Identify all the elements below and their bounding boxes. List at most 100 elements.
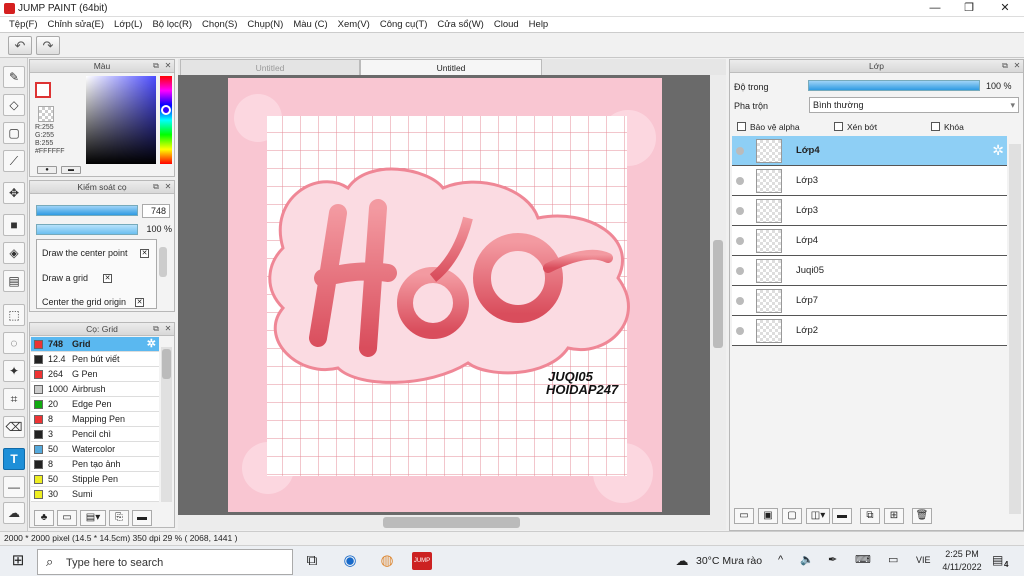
layer-visibility-toggle[interactable] bbox=[736, 297, 744, 305]
volume-icon[interactable]: 🔈 bbox=[800, 553, 814, 566]
undo-button[interactable]: ↶ bbox=[8, 36, 32, 55]
smudge-tool-icon[interactable]: ⟋ bbox=[3, 150, 25, 172]
undock-icon[interactable]: ⧉ bbox=[151, 324, 161, 334]
gear-icon[interactable]: ✲ bbox=[992, 142, 1004, 159]
layer-row[interactable]: Lớp3 bbox=[732, 196, 1007, 226]
cloud-tool-icon[interactable]: ☁ bbox=[3, 502, 25, 524]
layer-opacity-slider[interactable] bbox=[808, 80, 980, 91]
duplicate-layer-icon[interactable]: ⧉ bbox=[860, 508, 880, 524]
layer-visibility-toggle[interactable] bbox=[736, 327, 744, 335]
redo-button[interactable]: ↷ bbox=[36, 36, 60, 55]
chrome-browser-icon[interactable]: ◍ bbox=[377, 551, 397, 571]
draw-center-point-checkbox[interactable]: ✕ bbox=[140, 249, 149, 258]
move-tool-icon[interactable]: ✥ bbox=[3, 182, 25, 204]
minimize-button[interactable]: — bbox=[918, 0, 952, 17]
eraser-tool-icon[interactable]: ◇ bbox=[3, 94, 25, 116]
brush-item[interactable]: 20 Edge Pen bbox=[31, 397, 159, 412]
new-layer-icon[interactable]: ▭ bbox=[734, 508, 754, 524]
gear-icon[interactable]: ✲ bbox=[147, 337, 156, 351]
hue-slider[interactable] bbox=[160, 76, 172, 164]
network-icon[interactable]: ▭ bbox=[888, 553, 898, 566]
brush-list-scrollbar[interactable] bbox=[161, 347, 172, 502]
menu-tools[interactable]: Công cụ(T) bbox=[375, 17, 433, 32]
layer-list-scrollbar[interactable] bbox=[1009, 144, 1021, 514]
layer-row[interactable]: Lớp7 bbox=[732, 286, 1007, 316]
brush-item[interactable]: 1000 Airbrush bbox=[31, 382, 159, 397]
maximize-button[interactable]: ❐ bbox=[952, 0, 986, 17]
rect-select-tool-icon[interactable]: ⬚ bbox=[3, 304, 25, 326]
layer-visibility-toggle[interactable] bbox=[736, 177, 744, 185]
brush-options-scrollbar[interactable] bbox=[159, 247, 167, 277]
brush-folder-icon[interactable]: ▬ bbox=[132, 510, 152, 526]
task-view-icon[interactable]: ⧉ bbox=[302, 551, 322, 571]
clock-date[interactable]: 4/11/2022 bbox=[938, 562, 986, 572]
input-language[interactable]: VIE bbox=[916, 555, 931, 565]
menu-help[interactable]: Help bbox=[524, 17, 554, 32]
foreground-color-swatch[interactable] bbox=[35, 82, 51, 98]
keyboard-icon[interactable]: ⌨ bbox=[855, 553, 871, 566]
menu-window[interactable]: Cửa sổ(W) bbox=[432, 17, 488, 32]
pen-icon[interactable]: ✒ bbox=[828, 553, 837, 566]
brush-item[interactable]: 8 Pen tạo ảnh bbox=[31, 457, 159, 472]
weather-text[interactable]: 30°C Mưa rào bbox=[696, 555, 762, 567]
brush-item[interactable]: 50 Stipple Pen bbox=[31, 472, 159, 487]
menu-file[interactable]: Tệp(F) bbox=[4, 17, 43, 32]
clipping-checkbox[interactable] bbox=[834, 122, 843, 131]
artwork-canvas[interactable]: JUQI05 HOIDAP247 bbox=[228, 78, 662, 512]
copy-brush-icon[interactable]: ⎘ bbox=[109, 510, 129, 526]
menu-layer[interactable]: Lớp(L) bbox=[109, 17, 147, 32]
new-raster-layer-icon[interactable]: ▣ bbox=[758, 508, 778, 524]
panel-close-icon[interactable]: ✕ bbox=[1012, 61, 1022, 71]
rectangle-tool-icon[interactable]: ▢ bbox=[3, 122, 25, 144]
select-eraser-tool-icon[interactable]: ⌫ bbox=[3, 416, 25, 438]
undock-icon[interactable]: ⧉ bbox=[1000, 61, 1010, 71]
menu-filter[interactable]: Bộ lọc(R) bbox=[147, 17, 197, 32]
brush-opacity-slider[interactable] bbox=[36, 224, 138, 235]
hue-knob[interactable] bbox=[161, 105, 171, 115]
layer-visibility-toggle[interactable] bbox=[736, 207, 744, 215]
windows-start-icon[interactable]: ⊞ bbox=[8, 551, 28, 571]
notification-icon[interactable]: ▤ bbox=[992, 553, 1003, 567]
bucket-tool-icon[interactable]: ◈ bbox=[3, 242, 25, 264]
brush-item[interactable]: 748 Grid ✲ bbox=[31, 337, 159, 352]
blend-mode-select[interactable]: Bình thường ▾ bbox=[809, 97, 1019, 113]
panel-close-icon[interactable]: ✕ bbox=[163, 324, 173, 334]
brush-item[interactable]: 12.4 Pen bút viết bbox=[31, 352, 159, 367]
tray-chevron-icon[interactable]: ^ bbox=[778, 554, 783, 566]
fill-rect-tool-icon[interactable]: ■ bbox=[3, 214, 25, 236]
lock-checkbox[interactable] bbox=[931, 122, 940, 131]
weather-icon[interactable]: ☁ bbox=[672, 551, 692, 571]
magic-wand-tool-icon[interactable]: ✦ bbox=[3, 360, 25, 382]
center-grid-origin-checkbox[interactable]: ✕ bbox=[135, 298, 144, 307]
edge-browser-icon[interactable]: ◉ bbox=[340, 551, 360, 571]
divider-tool-icon[interactable]: — bbox=[3, 476, 25, 498]
canvas-horizontal-scrollbar[interactable] bbox=[178, 515, 726, 530]
brush-item[interactable]: 50 Watercolor bbox=[31, 442, 159, 457]
menu-view[interactable]: Xem(V) bbox=[333, 17, 375, 32]
text-tool-icon[interactable]: T bbox=[3, 448, 25, 470]
menu-cloud[interactable]: Cloud bbox=[489, 17, 524, 32]
gradient-tool-icon[interactable]: ▤ bbox=[3, 270, 25, 292]
transparent-color-swatch[interactable] bbox=[38, 106, 54, 122]
brush-size-value[interactable]: 748 bbox=[142, 204, 170, 218]
clock-time[interactable]: 2:25 PM bbox=[940, 549, 984, 559]
undock-icon[interactable]: ⧉ bbox=[151, 182, 161, 192]
layer-folder-icon[interactable]: ▬ bbox=[832, 508, 852, 524]
brush-library-icon[interactable]: ♣ bbox=[34, 510, 54, 526]
layer-visibility-toggle[interactable] bbox=[736, 147, 744, 155]
menu-capture[interactable]: Chụp(N) bbox=[242, 17, 288, 32]
panel-close-icon[interactable]: ✕ bbox=[163, 61, 173, 71]
undock-icon[interactable]: ⧉ bbox=[151, 61, 161, 71]
canvas-vertical-scrollbar[interactable] bbox=[710, 75, 726, 515]
protect-alpha-checkbox[interactable] bbox=[737, 122, 746, 131]
menu-color[interactable]: Màu (C) bbox=[288, 17, 332, 32]
brush-item[interactable]: 3 Pencil chì bbox=[31, 427, 159, 442]
tab-untitled-1[interactable]: Untitled bbox=[180, 59, 360, 75]
layer-row[interactable]: Lớp2 bbox=[732, 316, 1007, 346]
tab-untitled-2[interactable]: Untitled bbox=[360, 59, 542, 75]
new-halftone-layer-icon[interactable]: ▢ bbox=[782, 508, 802, 524]
saturation-value-picker[interactable] bbox=[86, 76, 156, 164]
select-pen-tool-icon[interactable]: ⌗ bbox=[3, 388, 25, 410]
layer-visibility-toggle[interactable] bbox=[736, 237, 744, 245]
layer-visibility-toggle[interactable] bbox=[736, 267, 744, 275]
